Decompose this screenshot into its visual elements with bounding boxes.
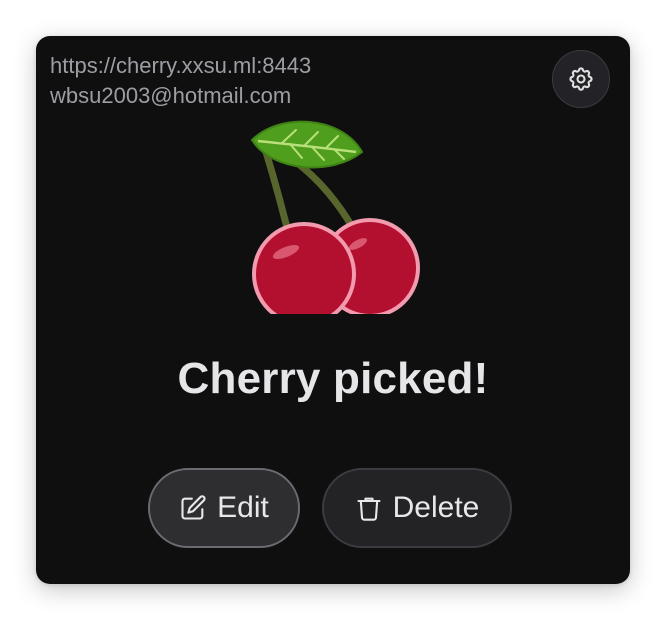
delete-button[interactable]: Delete (322, 468, 512, 548)
settings-button[interactable] (552, 50, 610, 108)
status-message: Cherry picked! (177, 354, 489, 403)
status-card: https://cherry.xxsu.ml:8443 wbsu2003@hot… (36, 36, 630, 584)
action-bar: Edit Delete (148, 468, 512, 548)
trash-icon (355, 494, 383, 522)
account-email: wbsu2003@hotmail.com (50, 83, 292, 108)
delete-button-label: Delete (392, 491, 480, 524)
cherry-illustration (246, 118, 420, 326)
edit-button[interactable]: Edit (148, 468, 300, 548)
server-url: https://cherry.xxsu.ml:8443 (50, 53, 312, 78)
edit-icon (179, 494, 207, 522)
gear-icon (567, 65, 595, 93)
edit-button-label: Edit (217, 491, 269, 524)
